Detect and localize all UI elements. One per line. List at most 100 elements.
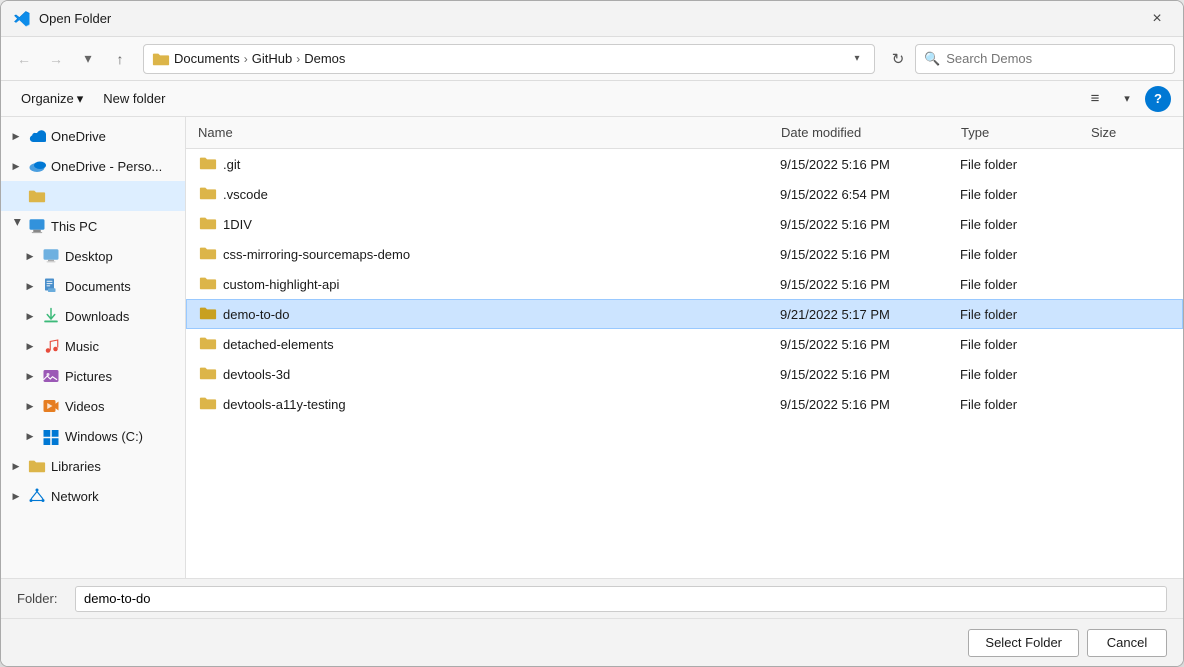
file-date-cell: 9/15/2022 6:54 PM: [780, 187, 960, 202]
search-input[interactable]: [946, 51, 1166, 66]
sidebar-item-downloads[interactable]: ▶ Downloads: [15, 301, 185, 331]
videos-label: Videos: [65, 399, 105, 414]
file-type-cell: File folder: [960, 397, 1090, 412]
sidebar-item-pictures[interactable]: ▶ Pictures: [15, 361, 185, 391]
file-name-cell: css-mirroring-sourcemaps-demo: [199, 245, 780, 264]
sidebar-item-documents[interactable]: ▶ Documents: [15, 271, 185, 301]
sidebar-item-network[interactable]: ▶ Network: [1, 481, 185, 511]
list-header: Name Date modified Type Size: [186, 117, 1183, 149]
sidebar-item-windows-c[interactable]: ▶ Windows (C:): [15, 421, 185, 451]
windows-c-label: Windows (C:): [65, 429, 143, 444]
table-row[interactable]: devtools-a11y-testing 9/15/2022 5:16 PM …: [186, 389, 1183, 419]
file-date-cell: 9/15/2022 5:16 PM: [780, 337, 960, 352]
help-button[interactable]: ?: [1145, 86, 1171, 112]
address-bar[interactable]: Documents › GitHub › Demos ▾: [143, 44, 875, 74]
music-icon: [42, 337, 60, 355]
header-name[interactable]: Name: [198, 125, 781, 140]
dropdown-button[interactable]: ▾: [73, 44, 103, 74]
folder-icon: [199, 305, 217, 324]
up-button[interactable]: ↑: [105, 44, 135, 74]
downloads-label: Downloads: [65, 309, 129, 324]
expand-icon: ▶: [23, 399, 37, 413]
table-row[interactable]: custom-highlight-api 9/15/2022 5:16 PM F…: [186, 269, 1183, 299]
table-row[interactable]: 1DIV 9/15/2022 5:16 PM File folder: [186, 209, 1183, 239]
expand-icon: ▶: [9, 159, 23, 173]
table-row[interactable]: .git 9/15/2022 5:16 PM File folder: [186, 149, 1183, 179]
file-date-cell: 9/15/2022 5:16 PM: [780, 367, 960, 382]
table-row[interactable]: css-mirroring-sourcemaps-demo 9/15/2022 …: [186, 239, 1183, 269]
crumb-documents: Documents: [174, 51, 240, 66]
toolbar: Organize ▾ New folder ≡ ▾ ?: [1, 81, 1183, 117]
file-type-cell: File folder: [960, 187, 1090, 202]
file-list: Name Date modified Type Size .git 9/15/2…: [186, 117, 1183, 578]
this-pc-icon: [28, 217, 46, 235]
crumb-sep-1: ›: [244, 52, 248, 66]
desktop-label: Desktop: [65, 249, 113, 264]
table-row[interactable]: devtools-3d 9/15/2022 5:16 PM File folde…: [186, 359, 1183, 389]
header-date[interactable]: Date modified: [781, 125, 961, 140]
new-folder-label: New folder: [103, 91, 165, 106]
windows-icon: [42, 427, 60, 445]
table-row[interactable]: .vscode 9/15/2022 6:54 PM File folder: [186, 179, 1183, 209]
forward-button[interactable]: →: [41, 44, 71, 74]
sidebar-item-generic-folder[interactable]: [1, 181, 185, 211]
file-date-cell: 9/15/2022 5:16 PM: [780, 157, 960, 172]
onedrive-label: OneDrive: [51, 129, 106, 144]
refresh-button[interactable]: ↻: [883, 44, 913, 74]
expand-icon: ▶: [23, 309, 37, 323]
cancel-button[interactable]: Cancel: [1087, 629, 1167, 657]
documents-icon: [42, 277, 60, 295]
crumb-demos: Demos: [304, 51, 345, 66]
file-type-cell: File folder: [960, 157, 1090, 172]
view-dropdown-button[interactable]: ▾: [1113, 85, 1141, 113]
videos-icon: [42, 397, 60, 415]
header-type[interactable]: Type: [961, 125, 1091, 140]
file-name-text: .git: [223, 157, 240, 172]
table-row[interactable]: demo-to-do 9/21/2022 5:17 PM File folder: [186, 299, 1183, 329]
this-pc-label: This PC: [51, 219, 97, 234]
file-name-cell: detached-elements: [199, 335, 780, 354]
network-icon: [28, 487, 46, 505]
desktop-icon: [42, 247, 60, 265]
documents-label: Documents: [65, 279, 131, 294]
organize-button[interactable]: Organize ▾: [13, 86, 91, 112]
address-dropdown-icon[interactable]: ▾: [848, 50, 866, 68]
file-type-cell: File folder: [960, 367, 1090, 382]
header-size[interactable]: Size: [1091, 125, 1171, 140]
crumb-github: GitHub: [252, 51, 292, 66]
file-name-text: devtools-3d: [223, 367, 290, 382]
address-breadcrumbs: Documents › GitHub › Demos: [174, 51, 848, 66]
expand-icon: ▶: [9, 219, 23, 233]
folder-input[interactable]: [75, 586, 1167, 612]
file-name-text: 1DIV: [223, 217, 252, 232]
sidebar-item-this-pc[interactable]: ▶ This PC: [1, 211, 185, 241]
organize-arrow: ▾: [77, 91, 84, 107]
new-folder-button[interactable]: New folder: [95, 86, 173, 112]
folder-icon: [199, 155, 217, 174]
view-toggle-button[interactable]: ≡: [1081, 85, 1109, 113]
pictures-label: Pictures: [65, 369, 112, 384]
expand-icon: ▶: [23, 429, 37, 443]
select-folder-button[interactable]: Select Folder: [968, 629, 1079, 657]
sidebar-item-onedrive[interactable]: ▶ OneDrive: [1, 121, 185, 151]
expand-icon: ▶: [23, 279, 37, 293]
file-name-text: demo-to-do: [223, 307, 289, 322]
file-name-cell: .vscode: [199, 185, 780, 204]
file-type-cell: File folder: [960, 247, 1090, 262]
sidebar-item-onedrive-personal[interactable]: ▶ OneDrive - Perso...: [1, 151, 185, 181]
network-label: Network: [51, 489, 99, 504]
back-button[interactable]: ←: [9, 44, 39, 74]
file-name-text: css-mirroring-sourcemaps-demo: [223, 247, 410, 262]
table-row[interactable]: detached-elements 9/15/2022 5:16 PM File…: [186, 329, 1183, 359]
sidebar-item-music[interactable]: ▶ Music: [15, 331, 185, 361]
sidebar-item-videos[interactable]: ▶ Videos: [15, 391, 185, 421]
search-icon: 🔍: [924, 51, 940, 67]
search-box[interactable]: 🔍: [915, 44, 1175, 74]
sidebar-item-desktop[interactable]: ▶ Desktop: [15, 241, 185, 271]
close-button[interactable]: ×: [1143, 5, 1171, 33]
app-logo-icon: [13, 10, 31, 28]
file-name-cell: 1DIV: [199, 215, 780, 234]
file-type-cell: File folder: [960, 337, 1090, 352]
sidebar-item-libraries[interactable]: ▶ Libraries: [1, 451, 185, 481]
folder-icon: [199, 245, 217, 264]
